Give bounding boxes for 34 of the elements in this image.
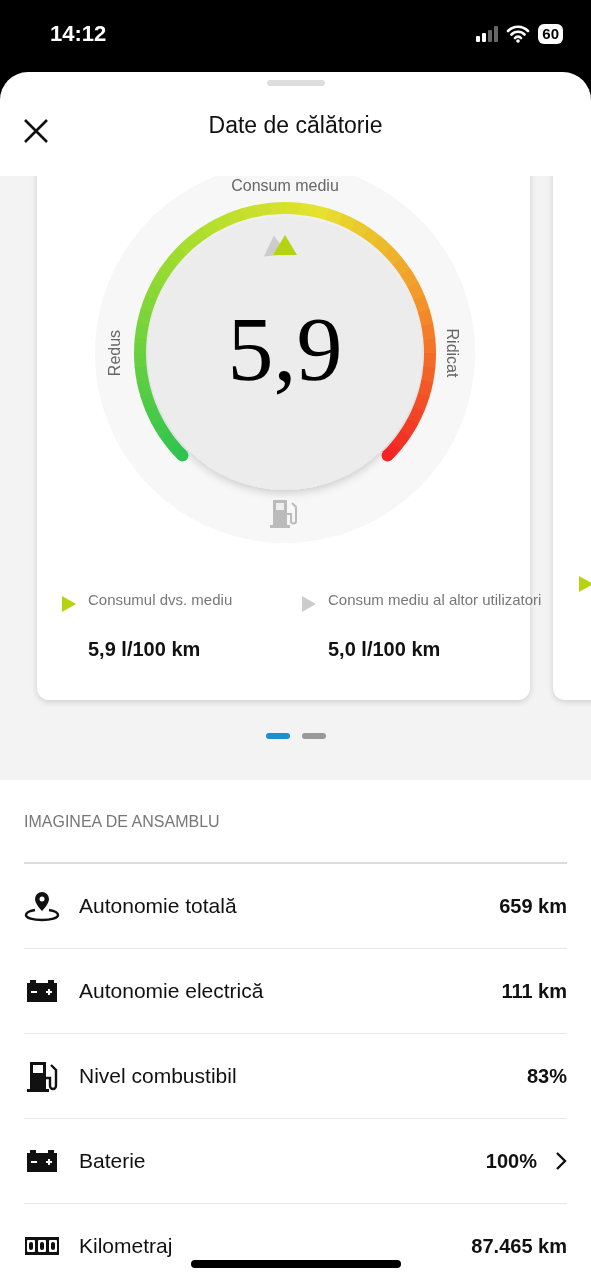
section-heading: IMAGINEA DE ANSAMBLU — [24, 780, 567, 864]
row-value: 111 km — [501, 979, 567, 1003]
chevron-icon — [555, 1151, 567, 1171]
pin-icon — [24, 890, 60, 922]
clock: 14:12 — [50, 21, 107, 47]
legend-label: Consum mediu al altor utilizatori — [328, 590, 542, 610]
row-label: Baterie — [79, 1149, 147, 1173]
close-button[interactable] — [22, 117, 50, 145]
row-label: Autonomie electrică — [79, 979, 265, 1003]
legend-label: Consumul dvs. mediu — [88, 590, 234, 610]
row-label: Kilometraj — [79, 1234, 174, 1258]
fuel-pump-icon — [270, 500, 297, 528]
close-icon — [22, 117, 50, 145]
row-value: 83% — [526, 1064, 567, 1088]
page-indicator[interactable] — [301, 733, 326, 739]
legend-value: 5,0 l/100 km — [328, 638, 442, 661]
drag-handle[interactable] — [266, 80, 325, 86]
battery-level: 60 — [538, 24, 563, 44]
row-label: Autonomie totală — [79, 894, 238, 918]
gauge-title: Consum mediu — [231, 177, 339, 194]
row-value: 100% — [485, 1149, 537, 1173]
scale-high-label: Ridicat — [444, 328, 461, 378]
row-value: 659 km — [499, 894, 567, 918]
row-value: 87.465 km — [471, 1234, 567, 1258]
page-indicator[interactable] — [265, 733, 290, 739]
play-icon — [579, 576, 591, 592]
row-label: Nivel combustibil — [79, 1064, 238, 1088]
signal-icon — [476, 26, 499, 42]
fuel-pump-icon — [24, 1060, 60, 1092]
wifi-icon — [506, 25, 531, 43]
legend-value: 5,9 l/100 km — [88, 638, 202, 661]
sheet-title: Date de călătorie — [208, 111, 383, 139]
scale-low-label: Redus — [106, 329, 123, 377]
gauge-value: 5,9 — [227, 298, 343, 400]
